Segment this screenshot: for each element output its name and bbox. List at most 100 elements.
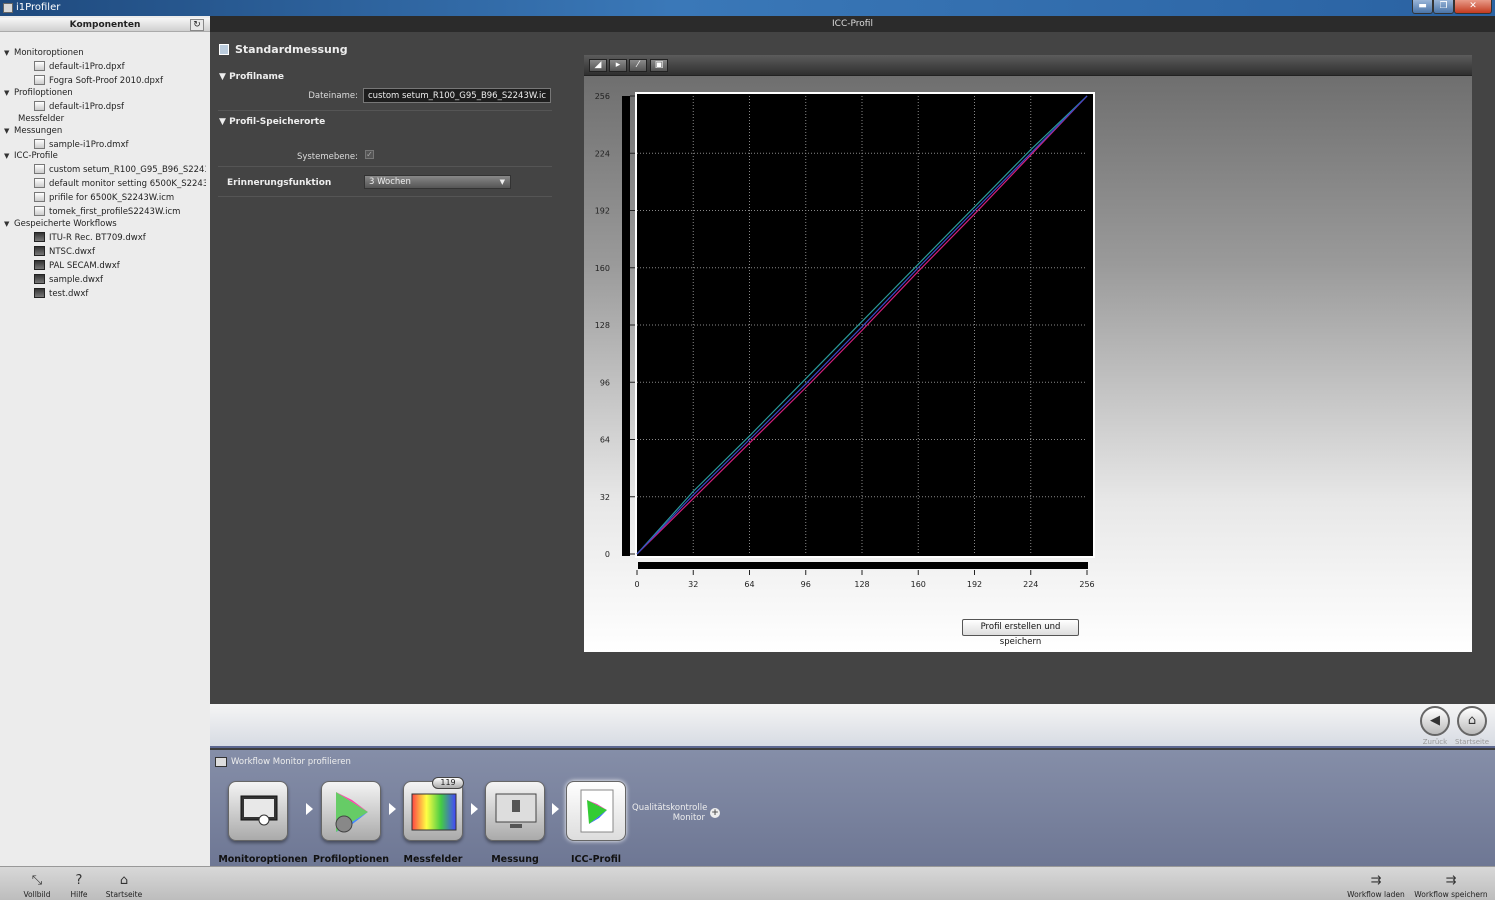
- systemebene-checkbox[interactable]: ✓: [365, 150, 374, 159]
- step-label: Messung: [491, 854, 539, 865]
- back-label: Zurück: [1422, 738, 1448, 746]
- x-tick-label: 192: [967, 580, 982, 589]
- tree-item[interactable]: test.dwxf: [34, 288, 206, 299]
- step-monitoroptionen[interactable]: [228, 781, 288, 841]
- app-icon: [3, 3, 13, 13]
- x-tick-label: 160: [911, 580, 926, 589]
- home-icon: ⌂: [1467, 713, 1477, 728]
- file-icon: [34, 101, 45, 111]
- minimize-button[interactable]: ▬: [1412, 0, 1433, 14]
- expand-arrow-icon: ▼: [4, 220, 10, 228]
- fullscreen-icon[interactable]: ⤡: [22, 873, 52, 888]
- step-messfelder[interactable]: [403, 781, 463, 841]
- home-icon[interactable]: ⌂: [109, 873, 139, 888]
- tree-item[interactable]: NTSC.dwxf: [34, 246, 206, 257]
- monitor-icon: [34, 274, 45, 284]
- page-title: ICC-Profil: [210, 16, 1495, 32]
- x-tick-label: 32: [688, 580, 698, 589]
- expand-arrow-icon: ▼: [4, 89, 10, 97]
- tree-item[interactable]: default monitor setting 6500K_S2243...: [34, 178, 206, 189]
- add-step-icon[interactable]: +: [710, 808, 720, 818]
- monitor-icon: [34, 260, 45, 270]
- tree-item[interactable]: default-i1Pro.dpxf: [34, 61, 206, 72]
- help-label: Hilfe: [70, 890, 88, 899]
- tree-item[interactable]: custom setum_R100_G95_B96_S2243...: [34, 164, 206, 175]
- section-title: Standardmessung: [235, 43, 348, 56]
- icc-profile-icon: [580, 789, 614, 833]
- y-tick-label: 64: [600, 436, 610, 445]
- back-arrow-icon: ◀: [1430, 713, 1440, 728]
- load-workflow-label: Workflow laden: [1347, 890, 1405, 899]
- tree-item[interactable]: sample-i1Pro.dmxf: [34, 139, 206, 150]
- patch-count-badge: 119: [432, 777, 464, 789]
- document-icon: [219, 44, 229, 55]
- y-tick-marks: [630, 95, 635, 555]
- speicherorte-section-toggle[interactable]: ▼ Profil-Speicherorte: [219, 117, 325, 127]
- step-icc-profil[interactable]: [566, 781, 626, 841]
- load-workflow-icon[interactable]: ⇉: [1361, 873, 1391, 888]
- file-icon: [34, 75, 45, 85]
- maximize-button[interactable]: ❐: [1433, 0, 1454, 14]
- tree-group-icc-profile[interactable]: ▼ ICC-Profile: [4, 151, 58, 161]
- tree-item[interactable]: PAL SECAM.dwxf: [34, 260, 206, 271]
- monitor-icon: [34, 246, 45, 256]
- erinnerung-label: Erinnerungsfunktion: [227, 178, 332, 188]
- file-icon: [34, 192, 45, 202]
- graph-toolbar: [584, 55, 1472, 76]
- y-tick-label: 256: [595, 92, 610, 101]
- tree-item[interactable]: ITU-R Rec. BT709.dwxf: [34, 232, 206, 243]
- home-label: Startseite: [1454, 738, 1490, 746]
- tree-item[interactable]: sample.dwxf: [34, 274, 206, 285]
- tree-item[interactable]: tomek_first_profileS2243W.icm: [34, 206, 206, 217]
- profilname-section-toggle[interactable]: ▼ Profilname: [219, 72, 284, 82]
- expand-arrow-icon: ▼: [219, 72, 230, 82]
- step-messung[interactable]: [485, 781, 545, 841]
- tree-item[interactable]: default-i1Pro.dpsf: [34, 101, 206, 112]
- window-titlebar: [0, 0, 1495, 16]
- tree-group-messfelder[interactable]: Messfelder: [18, 114, 64, 124]
- y-gradient-bar: [622, 96, 630, 556]
- step-arrow-icon: [389, 803, 396, 815]
- expand-arrow-icon: ▼: [4, 127, 10, 135]
- filename-input[interactable]: [363, 88, 551, 103]
- tree-item[interactable]: Fogra Soft-Proof 2010.dpxf: [34, 75, 206, 86]
- bottom-toolbar: [0, 866, 1495, 900]
- tree-item[interactable]: prifile for 6500K_S2243W.icm: [34, 192, 206, 203]
- step-arrow-icon: [552, 803, 559, 815]
- tone-curve-chart: 0 32 64 96 128 160 192 224 256 0 32 64 96 128 160 192 2…: [595, 92, 1095, 589]
- save-workflow-icon[interactable]: ⇉: [1436, 873, 1466, 888]
- tree-group-profiloptionen[interactable]: ▼ Profiloptionen: [4, 88, 73, 98]
- expand-arrow-icon: ▼: [4, 152, 10, 160]
- step-profiloptionen[interactable]: [321, 781, 381, 841]
- view-image-icon[interactable]: ▣: [650, 59, 668, 72]
- y-tick-labels: 0 32 64 96 128 160 192 224 256: [595, 92, 610, 559]
- y-tick-label: 192: [595, 207, 610, 216]
- step-arrow-icon: [471, 803, 478, 815]
- home-label: Startseite: [105, 890, 143, 899]
- monitor-options-icon: [240, 795, 278, 826]
- view-rgb-icon[interactable]: ▸: [609, 59, 627, 72]
- y-tick-label: 224: [595, 149, 610, 158]
- file-icon: [34, 164, 45, 174]
- view-curve-icon[interactable]: ⁄: [629, 59, 647, 72]
- y-tick-label: 96: [600, 378, 610, 387]
- back-button[interactable]: ◀: [1420, 706, 1450, 736]
- view-white-icon[interactable]: ◢: [589, 59, 607, 72]
- help-icon[interactable]: ?: [64, 873, 94, 888]
- refresh-icon[interactable]: ↻: [190, 19, 204, 31]
- divider: [218, 196, 552, 197]
- patches-icon: [411, 793, 457, 831]
- x-tick-label: 96: [801, 580, 811, 589]
- filename-label: Dateiname:: [308, 91, 358, 101]
- quality-control-link[interactable]: Qualitätskontrolle Monitor: [632, 803, 707, 823]
- tree-group-monitoroptionen[interactable]: ▼ Monitoroptionen: [4, 48, 84, 58]
- systemebene-label: Systemebene:: [296, 152, 358, 162]
- tree-group-workflows[interactable]: ▼ Gespeicherte Workflows: [4, 219, 117, 229]
- tree-group-messungen[interactable]: ▼ Messungen: [4, 126, 62, 136]
- home-button[interactable]: ⌂: [1457, 706, 1487, 736]
- erinnerung-select[interactable]: 3 Wochen ▼: [364, 175, 511, 189]
- create-profile-button[interactable]: Profil erstellen und speichern: [962, 619, 1079, 647]
- save-workflow-label: Workflow speichern: [1414, 890, 1488, 899]
- close-button[interactable]: ✕: [1454, 0, 1492, 14]
- step-label: Messfelder: [403, 854, 463, 865]
